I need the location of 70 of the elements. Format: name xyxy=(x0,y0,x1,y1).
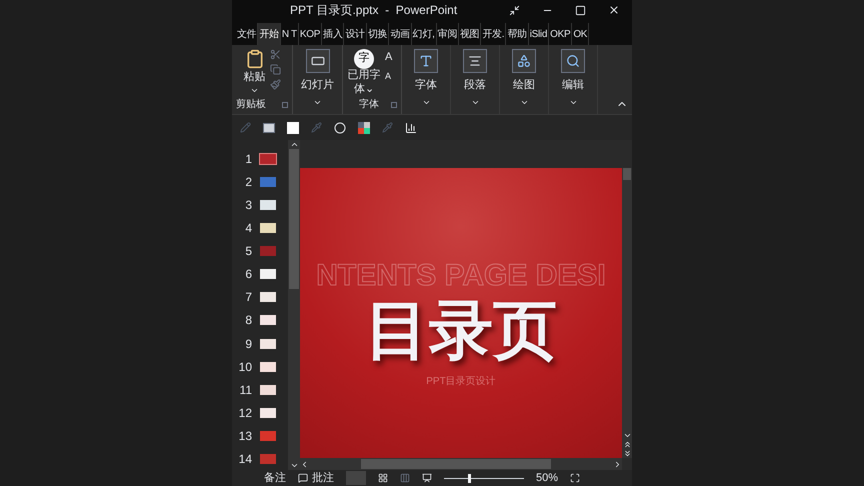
window-title: PPT 目录页.pptx - PowerPoint xyxy=(290,2,458,19)
slide-thumbnail[interactable]: 11 xyxy=(232,381,288,398)
slide-icon xyxy=(310,54,324,68)
scroll-up-icon[interactable] xyxy=(290,140,298,149)
shapes-icon xyxy=(517,54,531,68)
editing-button[interactable]: 编辑 xyxy=(553,49,593,114)
scroll-left-icon[interactable] xyxy=(300,460,309,468)
text-direction-icon[interactable] xyxy=(287,122,299,134)
vertical-scrollbar[interactable] xyxy=(622,168,632,458)
paragraph-button[interactable]: 段落 xyxy=(455,49,495,114)
zoom-slider[interactable] xyxy=(444,473,524,483)
slide-thumbnail[interactable]: 6 xyxy=(232,266,288,283)
slide-thumbnail[interactable]: 9 xyxy=(232,335,288,352)
font-char-icon: 字 xyxy=(354,49,374,69)
paragraph-icon xyxy=(468,54,482,68)
slide-thumbnail[interactable]: 13 xyxy=(232,428,288,445)
used-fonts-button[interactable]: 字 已用字体⌄ xyxy=(347,49,381,96)
horizontal-scrollbar[interactable] xyxy=(300,458,622,470)
zoom-percent: 50% xyxy=(536,470,558,486)
slide-thumbnail[interactable]: 5 xyxy=(232,242,288,260)
group-label: 字体 xyxy=(359,98,379,112)
slide-thumbnail[interactable]: 14 xyxy=(232,450,288,468)
slide-thumbnail[interactable]: 2 xyxy=(232,173,288,190)
slide-thumbnail[interactable]: 3 xyxy=(232,196,288,214)
slideshow-icon[interactable] xyxy=(422,473,432,483)
close-icon[interactable] xyxy=(608,4,620,16)
paste-button[interactable]: 粘贴 xyxy=(244,49,266,94)
slide-title: 目录页 xyxy=(365,298,557,362)
grid-view-icon[interactable] xyxy=(378,473,388,483)
color-grid-icon[interactable] xyxy=(358,122,370,134)
scrollbar[interactable] xyxy=(288,140,300,470)
scissors-icon[interactable] xyxy=(270,49,280,60)
comments-button[interactable]: 批注 xyxy=(298,470,334,486)
shrink-font-icon[interactable]: A xyxy=(385,70,392,83)
notes-button[interactable]: 备注 xyxy=(264,470,286,486)
reading-view-icon[interactable] xyxy=(400,473,410,483)
slide-thumbnail[interactable]: 1 xyxy=(232,150,288,167)
slide-thumbnail[interactable]: 12 xyxy=(232,404,288,422)
clipboard-icon xyxy=(244,49,264,69)
slides-button[interactable]: 幻灯片 xyxy=(293,49,342,114)
drawing-button[interactable]: 绘图 xyxy=(504,49,544,114)
next-slide-icon[interactable] xyxy=(622,449,632,458)
restore-ribbon-icon[interactable] xyxy=(509,4,520,16)
maximize-icon[interactable] xyxy=(575,4,586,16)
ribbon-tab[interactable]: 开始 xyxy=(258,23,281,45)
previous-slide-icon[interactable] xyxy=(622,440,632,449)
search-icon xyxy=(566,54,580,68)
text-box-icon[interactable] xyxy=(263,122,275,132)
scroll-down-icon[interactable] xyxy=(290,461,298,470)
font-icon xyxy=(419,54,433,68)
group-label: 剪贴板 xyxy=(236,98,266,112)
slide-thumbnail[interactable]: 4 xyxy=(232,219,288,236)
dialog-launcher-icon[interactable] xyxy=(282,102,288,108)
comment-icon xyxy=(298,473,308,483)
dialog-launcher-icon[interactable] xyxy=(391,102,397,108)
scroll-thumb[interactable] xyxy=(623,168,631,180)
font-button[interactable]: 字体 xyxy=(406,49,446,114)
chart-icon[interactable] xyxy=(405,122,417,134)
slide-thumbnail[interactable]: 10 xyxy=(232,358,288,376)
grow-font-icon[interactable]: A xyxy=(385,49,392,66)
slide-thumbnail[interactable]: 7 xyxy=(232,288,288,306)
slide-subtitle: PPT目录页设计 xyxy=(426,374,496,389)
slide-thumbnail[interactable]: 8 xyxy=(232,312,288,329)
circle-icon[interactable] xyxy=(334,122,346,134)
copy-icon[interactable] xyxy=(270,64,280,75)
scroll-down-icon[interactable] xyxy=(622,431,632,440)
fit-slide-icon[interactable] xyxy=(570,473,580,483)
paintbrush-icon[interactable] xyxy=(270,79,280,90)
outline-text: NTENTS PAGE DESI xyxy=(316,258,606,294)
scroll-right-icon[interactable] xyxy=(613,460,622,468)
